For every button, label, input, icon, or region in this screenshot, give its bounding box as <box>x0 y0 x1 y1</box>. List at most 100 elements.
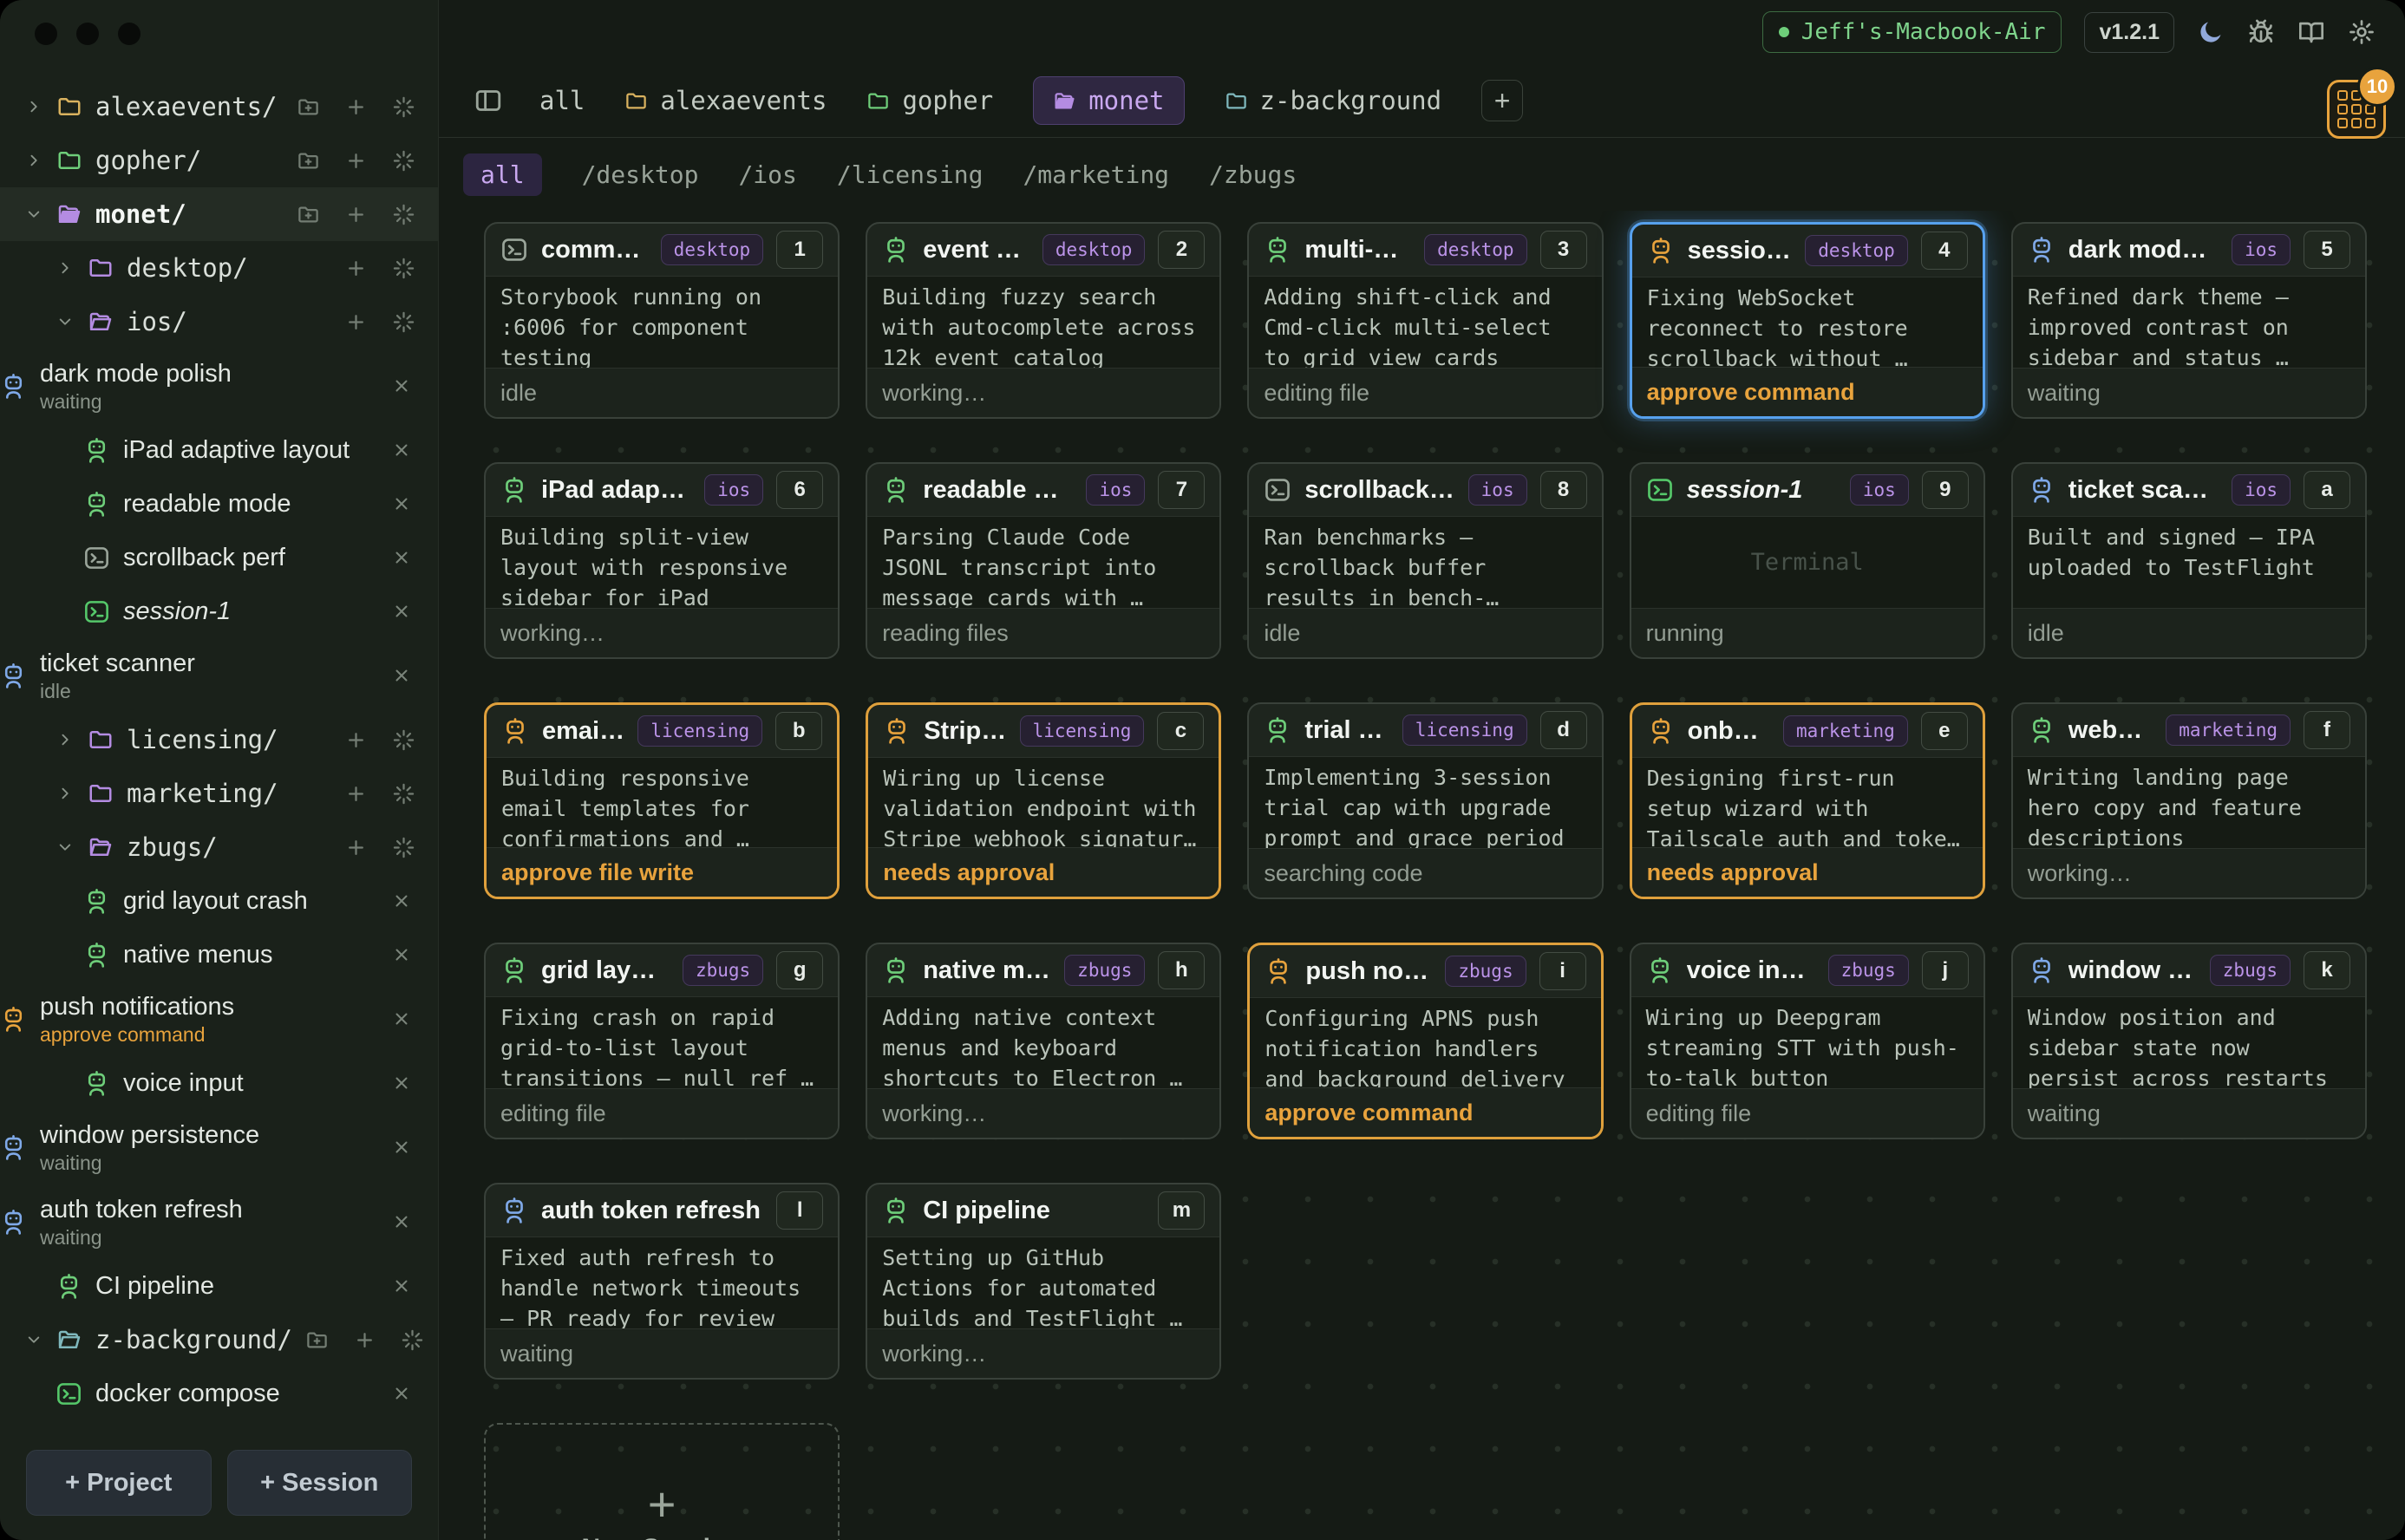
chevron-right-icon[interactable] <box>56 730 75 749</box>
window-zoom-button[interactable] <box>118 23 141 45</box>
close-icon[interactable] <box>391 1276 412 1296</box>
filter-chip-all[interactable]: all <box>463 153 542 196</box>
session-card-native-menus[interactable]: native menuszbugshAdding native context … <box>866 943 1221 1139</box>
add-folder-icon[interactable] <box>297 95 320 119</box>
spark-icon[interactable] <box>401 1328 424 1352</box>
spark-icon[interactable] <box>392 728 415 752</box>
sidebar-session-expo-dev-server[interactable]: expo dev server <box>0 1420 438 1434</box>
sidebar-session-push-notifications[interactable]: push notificationsapprove command <box>0 982 438 1056</box>
close-icon[interactable] <box>391 493 412 514</box>
session-card-event-search[interactable]: event searchdesktop2Building fuzzy searc… <box>866 222 1221 419</box>
session-card-ticket-scanner[interactable]: ticket scanneriosaBuilt and signed — IPA… <box>2011 462 2367 659</box>
bug-report-icon[interactable] <box>2247 18 2275 46</box>
add-session-icon[interactable] <box>344 310 368 334</box>
tab-all[interactable]: all <box>539 86 585 115</box>
sidebar-session-ticket-scanner[interactable]: ticket scanneridle <box>0 638 438 713</box>
chevron-right-icon[interactable] <box>24 151 43 170</box>
sidebar-session-ci-pipeline[interactable]: CI pipeline <box>0 1259 438 1313</box>
filter-chip-desktop[interactable]: /desktop <box>582 160 699 189</box>
close-icon[interactable] <box>391 665 412 686</box>
filter-chip-zbugs[interactable]: /zbugs <box>1209 160 1297 189</box>
docs-icon[interactable] <box>2297 18 2325 46</box>
spark-icon[interactable] <box>392 203 415 226</box>
filter-chip-marketing[interactable]: /marketing <box>1023 160 1169 189</box>
new-session-tile[interactable]: + New Session <box>484 1423 840 1540</box>
session-card-push-notificati[interactable]: push notificati…zbugsiConfiguring APNS p… <box>1247 943 1603 1139</box>
tab-gopher[interactable]: gopher <box>866 86 993 115</box>
tab-alexaevents[interactable]: alexaevents <box>624 86 827 115</box>
add-session-icon[interactable] <box>344 782 368 806</box>
chevron-down-icon[interactable] <box>24 1330 43 1349</box>
sidebar-folder-marketing[interactable]: marketing/ <box>0 767 438 820</box>
spark-icon[interactable] <box>392 782 415 806</box>
add-folder-icon[interactable] <box>305 1328 329 1352</box>
spark-icon[interactable] <box>392 149 415 173</box>
sidebar-toggle-icon[interactable] <box>474 86 503 115</box>
sidebar-session-grid-layout-crash[interactable]: grid layout crash <box>0 874 438 928</box>
session-card-auth-token-refresh[interactable]: auth token refreshlFixed auth refresh to… <box>484 1183 840 1380</box>
sidebar-folder-zbugs[interactable]: zbugs/ <box>0 820 438 874</box>
add-session-icon[interactable] <box>344 728 368 752</box>
filter-chip-ios[interactable]: /ios <box>738 160 796 189</box>
chevron-down-icon[interactable] <box>56 312 75 331</box>
session-card-window-persist[interactable]: window persist…zbugskWindow position and… <box>2011 943 2367 1139</box>
sidebar-folder-z-background[interactable]: z-background/ <box>0 1313 438 1367</box>
close-icon[interactable] <box>391 891 412 911</box>
add-folder-icon[interactable] <box>297 203 320 226</box>
chevron-right-icon[interactable] <box>56 258 75 277</box>
spark-icon[interactable] <box>392 836 415 859</box>
sidebar-folder-ios[interactable]: ios/ <box>0 295 438 349</box>
sidebar-session-auth-token-refresh[interactable]: auth token refreshwaiting <box>0 1184 438 1259</box>
spark-icon[interactable] <box>392 310 415 334</box>
sidebar-session-docker-compose[interactable]: docker compose <box>0 1367 438 1420</box>
close-icon[interactable] <box>391 440 412 460</box>
session-card-voice-input[interactable]: voice inputzbugsjWiring up Deepgram stre… <box>1630 943 1985 1139</box>
sidebar-folder-monet[interactable]: monet/ <box>0 187 438 241</box>
session-card-session-1[interactable]: session-1ios9Terminalrunning <box>1630 462 1985 659</box>
session-card-command-pal[interactable]: command pal…desktop1Storybook running on… <box>484 222 840 419</box>
chevron-right-icon[interactable] <box>56 784 75 803</box>
sidebar-session-ipad-adaptive-layout[interactable]: iPad adaptive layout <box>0 423 438 477</box>
chevron-down-icon[interactable] <box>24 205 43 224</box>
close-icon[interactable] <box>391 1383 412 1404</box>
add-session-button[interactable]: + Session <box>227 1450 413 1516</box>
close-icon[interactable] <box>391 601 412 622</box>
add-session-icon[interactable] <box>353 1328 376 1352</box>
sidebar-session-scrollback-perf[interactable]: scrollback perf <box>0 531 438 584</box>
settings-icon[interactable] <box>2348 18 2376 46</box>
sidebar-folder-gopher[interactable]: gopher/ <box>0 134 438 187</box>
sidebar-session-voice-input[interactable]: voice input <box>0 1056 438 1110</box>
tab-monet[interactable]: monet <box>1033 76 1184 125</box>
session-card-readable-mode[interactable]: readable modeios7Parsing Claude Code JSO… <box>866 462 1221 659</box>
grid-view-toggle-button[interactable]: 10 <box>2327 80 2386 139</box>
close-icon[interactable] <box>391 375 412 396</box>
spark-icon[interactable] <box>392 95 415 119</box>
window-close-button[interactable] <box>35 23 57 45</box>
session-card-dark-mode-polish[interactable]: dark mode polishios5Refined dark theme —… <box>2011 222 2367 419</box>
sidebar-session-readable-mode[interactable]: readable mode <box>0 477 438 531</box>
close-icon[interactable] <box>391 1137 412 1158</box>
add-tab-button[interactable]: + <box>1481 80 1523 121</box>
sidebar-folder-desktop[interactable]: desktop/ <box>0 241 438 295</box>
window-minimize-button[interactable] <box>76 23 99 45</box>
close-icon[interactable] <box>391 1211 412 1232</box>
add-folder-icon[interactable] <box>297 149 320 173</box>
session-card-multi-select[interactable]: multi-selectdesktop3Adding shift-click a… <box>1247 222 1603 419</box>
add-session-icon[interactable] <box>344 149 368 173</box>
session-card-ci-pipeline[interactable]: CI pipelinemSetting up GitHub Actions fo… <box>866 1183 1221 1380</box>
add-session-icon[interactable] <box>344 836 368 859</box>
add-session-icon[interactable] <box>344 257 368 280</box>
sidebar-session-dark-mode-polish[interactable]: dark mode polishwaiting <box>0 349 438 423</box>
sidebar-folder-licensing[interactable]: licensing/ <box>0 713 438 767</box>
add-session-icon[interactable] <box>344 203 368 226</box>
add-session-icon[interactable] <box>344 95 368 119</box>
sidebar-session-native-menus[interactable]: native menus <box>0 928 438 982</box>
chevron-right-icon[interactable] <box>24 97 43 116</box>
spark-icon[interactable] <box>392 257 415 280</box>
session-card-ipad-adaptive-lay[interactable]: iPad adaptive lay…ios6Building split-vie… <box>484 462 840 659</box>
filter-chip-licensing[interactable]: /licensing <box>837 160 984 189</box>
sidebar-session-session-1[interactable]: session-1 <box>0 584 438 638</box>
session-card-onboarding[interactable]: onboarding…marketingeDesigning first-run… <box>1630 702 1985 899</box>
tab-z-background[interactable]: z-background <box>1225 86 1442 115</box>
dark-mode-icon[interactable] <box>2197 18 2225 46</box>
